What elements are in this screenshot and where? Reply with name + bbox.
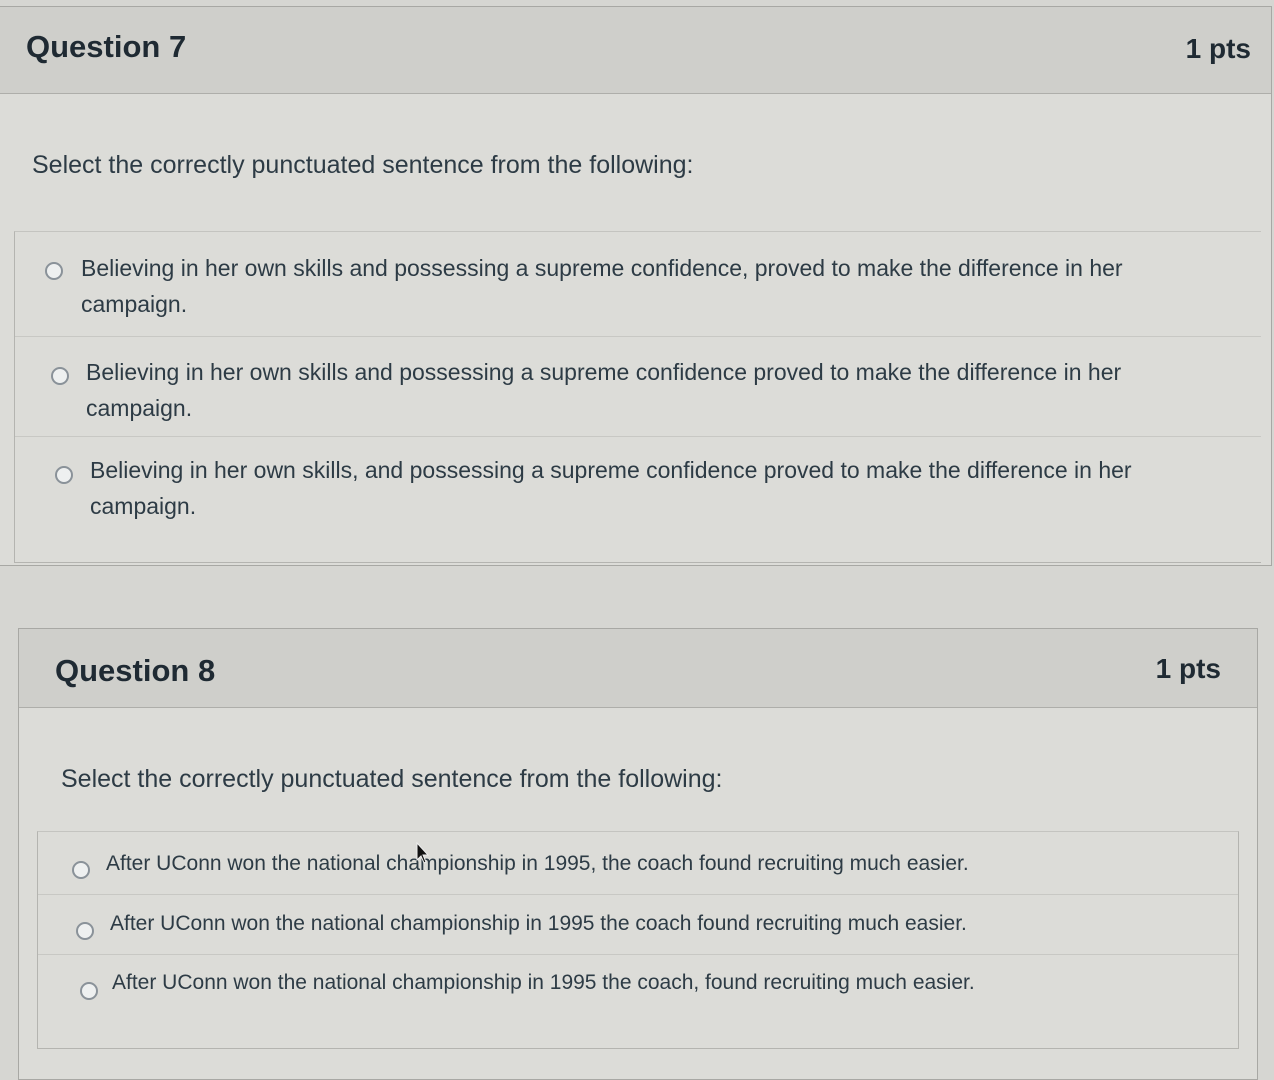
question-8-header: Question 8 1 pts (19, 629, 1257, 708)
question-8-answer-1[interactable]: After UConn won the national championshi… (38, 832, 1238, 895)
question-8-answer-2[interactable]: After UConn won the national championshi… (38, 894, 1238, 955)
radio-button-icon[interactable] (45, 262, 63, 280)
question-7-prompt: Select the correctly punctuated sentence… (32, 151, 694, 179)
question-7-points: 1 pts (1185, 33, 1251, 64)
answer-label[interactable]: After UConn won the national championshi… (106, 846, 1206, 882)
radio-button-icon[interactable] (76, 922, 94, 940)
answer-label[interactable]: Believing in her own skills and possessi… (81, 250, 1181, 322)
question-7-answers: Believing in her own skills and possessi… (14, 231, 1261, 563)
question-8-title: Question 8 (55, 653, 216, 688)
question-7-title: Question 7 (26, 29, 187, 64)
answer-label[interactable]: Believing in her own skills, and possess… (90, 452, 1180, 524)
answer-label[interactable]: After UConn won the national championshi… (112, 965, 1212, 1001)
mouse-pointer-icon (416, 842, 430, 864)
radio-button-icon[interactable] (55, 466, 73, 484)
radio-button-icon[interactable] (72, 861, 90, 879)
question-7-answer-2[interactable]: Believing in her own skills and possessi… (15, 336, 1261, 437)
question-8-card: Question 8 1 pts Select the correctly pu… (18, 628, 1258, 1080)
radio-button-icon[interactable] (80, 982, 98, 1000)
question-7-answer-1[interactable]: Believing in her own skills and possessi… (15, 232, 1261, 337)
answer-label[interactable]: After UConn won the national championshi… (110, 906, 1210, 942)
question-8-answer-3[interactable]: After UConn won the national championshi… (38, 954, 1238, 1048)
question-7-header: Question 7 1 pts (0, 7, 1271, 94)
question-8-prompt: Select the correctly punctuated sentence… (61, 765, 723, 793)
question-7-answer-3[interactable]: Believing in her own skills, and possess… (15, 436, 1261, 562)
question-8-answers: After UConn won the national championshi… (37, 831, 1239, 1049)
question-7-card: Question 7 1 pts Select the correctly pu… (0, 6, 1272, 566)
question-8-points: 1 pts (1155, 653, 1221, 684)
answer-label[interactable]: Believing in her own skills and possessi… (86, 354, 1176, 426)
radio-button-icon[interactable] (51, 367, 69, 385)
